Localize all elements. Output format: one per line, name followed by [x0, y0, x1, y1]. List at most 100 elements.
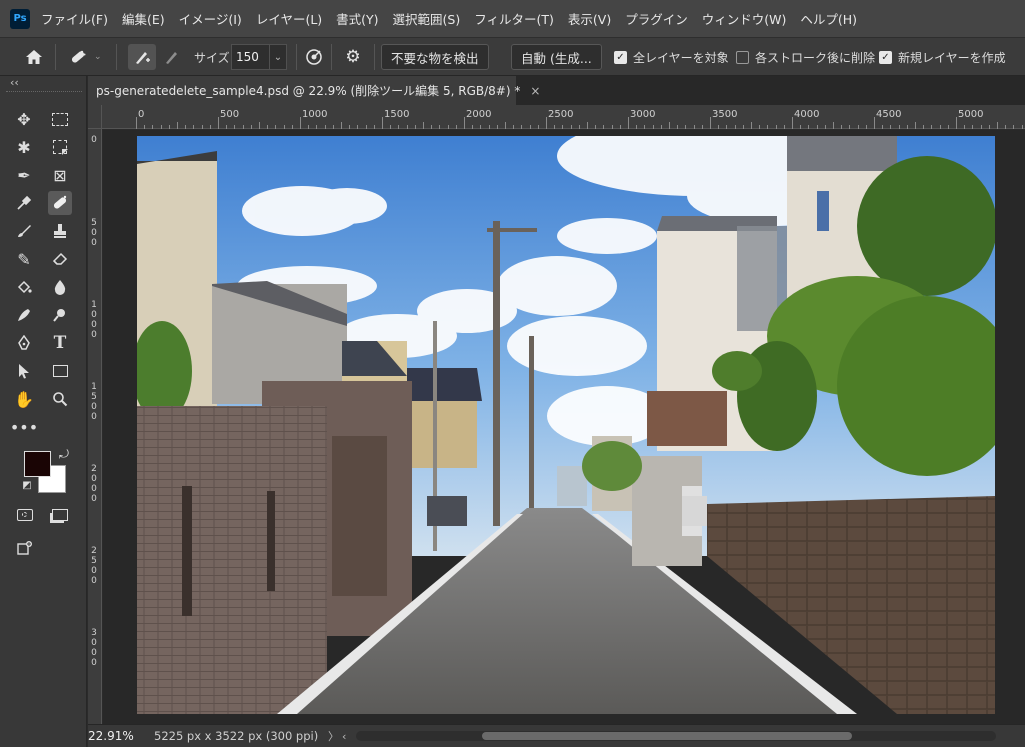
brush-subtract-icon[interactable]: [158, 44, 186, 70]
ruler-tick: [349, 125, 351, 129]
size-dropdown-icon[interactable]: ⌄: [269, 44, 287, 70]
path-select-tool-icon[interactable]: [12, 359, 36, 383]
pen-crop-tool-icon[interactable]: ✒: [12, 163, 36, 187]
menu-plugins[interactable]: プラグイン: [625, 9, 688, 28]
ruler-tick: [915, 122, 916, 129]
menu-help[interactable]: ヘルプ(H): [800, 9, 857, 28]
zoom-brush-tool-icon[interactable]: [48, 303, 72, 327]
frame-tool-icon[interactable]: ⊠: [48, 163, 72, 187]
horizontal-scrollbar[interactable]: [356, 731, 996, 741]
ruler-tick: [201, 125, 203, 129]
remove-tool-icon[interactable]: [48, 191, 72, 215]
ruler-label: 3000: [91, 628, 97, 668]
ruler-corner[interactable]: [88, 105, 102, 129]
ruler-tick: [611, 125, 613, 129]
ruler-tick: [947, 125, 949, 129]
marquee-tool-icon[interactable]: [48, 107, 72, 131]
options-bar: ⌄ サイズ 150 ⌄ ⚙ 不要な物を検出 自動 (生成... ✓ 全レイヤーを対…: [0, 37, 1025, 76]
ruler-tick: [898, 125, 900, 129]
blur-tool-icon[interactable]: [48, 275, 72, 299]
delete-after-stroke-checkbox[interactable]: 各ストローク後に削除: [736, 44, 875, 70]
dodge-tool-icon[interactable]: [12, 303, 36, 327]
menu-window[interactable]: ウィンドウ(W): [702, 9, 787, 28]
ruler-tick: [972, 125, 974, 129]
ruler-tick: [874, 117, 875, 129]
photoshop-logo: Ps: [10, 8, 30, 29]
ruler-tick: [595, 125, 597, 129]
type-tool-icon[interactable]: T: [48, 331, 72, 355]
brush-add-icon[interactable]: [128, 44, 156, 70]
collapse-panel-icon[interactable]: ‹‹: [10, 76, 19, 89]
menu-layer[interactable]: レイヤー(L): [256, 9, 322, 28]
status-menu-arrow-icon[interactable]: 〉: [328, 728, 342, 744]
pen-tool-icon[interactable]: [12, 331, 36, 355]
detect-distractions-button[interactable]: 不要な物を検出: [381, 44, 489, 70]
home-icon[interactable]: [20, 44, 48, 70]
eyedropper-tool-icon[interactable]: [12, 191, 36, 215]
remove-tool-preset-icon[interactable]: [64, 44, 92, 70]
ruler-label: 3000: [630, 109, 656, 120]
ruler-tick: [734, 125, 736, 129]
size-input[interactable]: 150: [231, 44, 271, 70]
ruler-tick: [496, 125, 498, 129]
vertical-ruler[interactable]: 0 500 1000 1500 2000 2500 3000: [88, 129, 102, 724]
zoom-level[interactable]: 22.91%: [88, 729, 138, 743]
ruler-tick: [390, 125, 392, 129]
object-select-tool-icon[interactable]: ✱: [12, 135, 36, 159]
brush-tool-icon[interactable]: [12, 219, 36, 243]
menu-edit[interactable]: 編集(E): [122, 9, 165, 28]
hand-tool-icon[interactable]: ✋: [12, 387, 36, 411]
checkbox-unchecked-icon: [736, 50, 749, 64]
panel-grip[interactable]: [6, 91, 82, 93]
ruler-tick: [546, 117, 547, 129]
menu-file[interactable]: ファイル(F): [41, 9, 108, 28]
history-brush-tool-icon[interactable]: ✎: [12, 247, 36, 271]
ruler-tick: [816, 125, 818, 129]
pressure-target-icon[interactable]: [300, 44, 328, 70]
menu-view[interactable]: 表示(V): [568, 9, 611, 28]
ruler-tick: [283, 125, 285, 129]
preset-dropdown-arrow[interactable]: ⌄: [94, 44, 102, 70]
paint-bucket-tool-icon[interactable]: [12, 275, 36, 299]
quick-mask-icon[interactable]: [13, 503, 37, 527]
swap-colors-icon[interactable]: ⤾: [56, 446, 72, 462]
foreground-color-swatch[interactable]: [24, 451, 51, 477]
menu-filter[interactable]: フィルター(T): [474, 9, 554, 28]
separator: [296, 44, 297, 70]
separator: [374, 44, 375, 70]
ruler-tick: [267, 125, 269, 129]
new-layer-checkbox[interactable]: ✓ 新規レイヤーを作成: [879, 44, 1006, 70]
more-tools-icon[interactable]: •••: [10, 415, 38, 439]
document-image[interactable]: [137, 136, 995, 714]
scroll-left-icon[interactable]: ‹: [342, 730, 356, 743]
generative-fill-icon[interactable]: [13, 536, 37, 560]
ruler-tick: [1005, 125, 1007, 129]
eraser-tool-icon[interactable]: [48, 247, 72, 271]
ruler-tick: [652, 125, 654, 129]
clone-stamp-tool-icon[interactable]: [48, 219, 72, 243]
menu-image[interactable]: イメージ(I): [179, 9, 242, 28]
menu-type[interactable]: 書式(Y): [336, 9, 378, 28]
lasso-select-tool-icon[interactable]: [48, 135, 72, 159]
all-layers-checkbox[interactable]: ✓ 全レイヤーを対象: [614, 44, 729, 70]
move-tool-icon[interactable]: ✥: [12, 107, 36, 131]
default-colors-icon[interactable]: ◩: [20, 478, 34, 492]
horizontal-ruler[interactable]: 0 500 1000 1500 2000 2500 3000 3500 4000…: [102, 105, 1025, 129]
rectangle-tool-icon[interactable]: [48, 359, 72, 383]
gear-icon[interactable]: ⚙: [339, 44, 367, 70]
ruler-tick: [906, 125, 908, 129]
menu-select[interactable]: 選択範囲(S): [393, 9, 461, 28]
zoom-tool-icon[interactable]: [48, 387, 72, 411]
checkbox-checked-icon: ✓: [879, 50, 892, 64]
ruler-tick: [685, 125, 687, 129]
remove-mode-dropdown[interactable]: 自動 (生成...: [511, 44, 602, 70]
document-tab[interactable]: ps-generatedelete_sample4.psd @ 22.9% (削…: [88, 76, 540, 105]
ruler-tick: [751, 122, 752, 129]
screen-mode-icon[interactable]: [48, 503, 72, 527]
ruler-tick: [168, 125, 170, 129]
close-icon[interactable]: ×: [530, 84, 540, 98]
ruler-label: 500: [91, 218, 97, 248]
scrollbar-thumb[interactable]: [482, 732, 852, 740]
ruler-tick: [160, 125, 162, 129]
ruler-tick: [447, 125, 449, 129]
